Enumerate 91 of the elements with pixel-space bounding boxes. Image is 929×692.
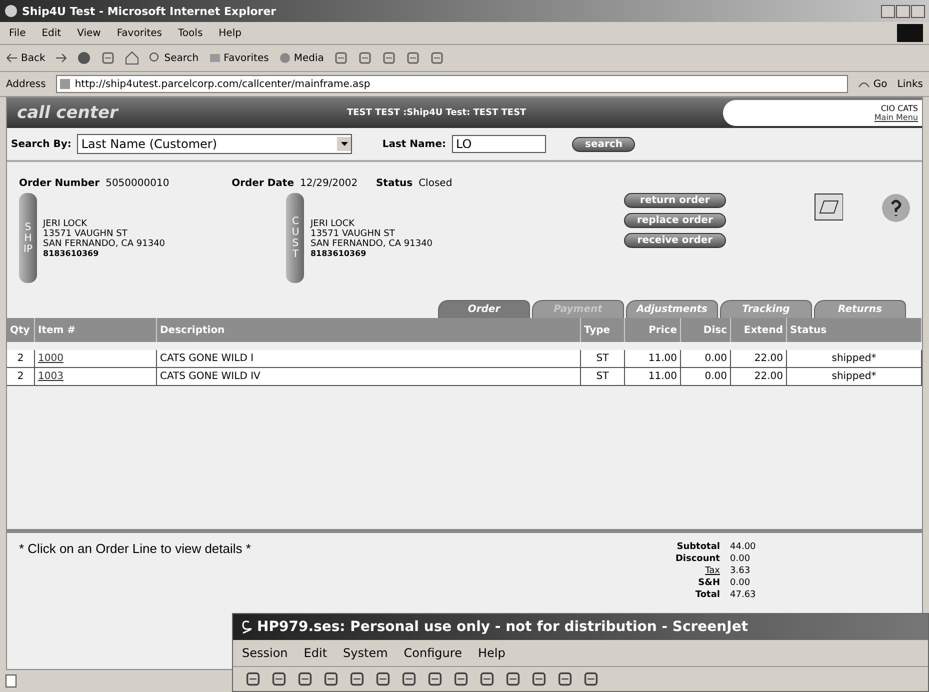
menu-item[interactable]: Help — [474, 646, 508, 660]
table-cell: CATS GONE WILD IV — [157, 368, 581, 386]
order-status: Closed — [418, 178, 452, 189]
stop-icon[interactable] — [77, 51, 92, 65]
total-label: Subtotal — [676, 541, 720, 553]
caret-icon — [337, 137, 352, 151]
total-label: S&H — [697, 577, 720, 589]
menu-item[interactable]: Edit — [38, 28, 64, 38]
hint-text: * Click on an Order Line to view details * — [19, 541, 251, 556]
address-line: JERI LOCK — [310, 218, 356, 228]
table-cell: 2 — [7, 368, 35, 386]
total-label: Discount — [675, 553, 720, 565]
menu-item[interactable]: Tools — [175, 28, 206, 38]
table-cell: 11.00 — [625, 350, 681, 368]
forward-icon[interactable] — [55, 53, 68, 63]
total-value: 0.00 — [730, 577, 752, 589]
order-date: 12/29/2002 — [300, 178, 359, 189]
total-value: 44.00 — [730, 541, 757, 553]
address-label: Address — [6, 78, 46, 90]
home-icon[interactable] — [125, 51, 140, 65]
order-action-button[interactable]: replace order — [624, 213, 726, 228]
page-icon — [58, 78, 71, 90]
back-arrow-icon — [6, 53, 18, 63]
search-button[interactable]: search — [572, 136, 636, 152]
search-by-dropdown[interactable]: Last Name (Customer) — [77, 134, 352, 154]
tab[interactable]: Order — [438, 300, 530, 318]
table-cell: CATS GONE WILD I — [157, 350, 581, 368]
phone-number: 8183610369 — [310, 248, 368, 258]
table-cell: 11.00 — [625, 368, 681, 386]
minimize-button[interactable] — [881, 4, 895, 18]
table-cell: 22.00 — [731, 350, 787, 368]
table-cell: ST — [581, 368, 625, 386]
media-button[interactable]: Media — [278, 52, 324, 64]
menu-item[interactable]: Edit — [300, 646, 330, 660]
order-number: 5050000010 — [106, 178, 170, 189]
table-cell: 0.00 — [681, 350, 731, 368]
menu-item[interactable]: Favorites — [114, 28, 166, 38]
media-icon — [278, 52, 291, 64]
address-line: 13571 VAUGHN ST — [43, 228, 128, 238]
close-button[interactable] — [911, 4, 925, 18]
total-label: Total — [694, 589, 720, 601]
menu-item[interactable]: Configure — [400, 646, 465, 660]
address-line: 13571 VAUGHN ST — [310, 228, 396, 238]
search-by-label: Search By: — [11, 138, 72, 150]
address-field[interactable]: http://ship4utest.parcelcorp.com/callcenter/mainframe.asp — [56, 75, 848, 93]
order-action-button[interactable]: return order — [624, 193, 726, 208]
status-label: Status — [376, 178, 413, 189]
phone-number: 8183610369 — [43, 248, 100, 258]
total-value: 0.00 — [730, 553, 752, 565]
help-icon[interactable] — [880, 193, 910, 223]
last-name-field[interactable]: LO — [452, 135, 546, 153]
menu-item[interactable]: File — [6, 28, 29, 38]
table-cell: 2 — [7, 350, 35, 368]
table-cell: ST — [581, 350, 625, 368]
order-date-label: Order Date — [232, 178, 294, 189]
user-name: CIO CATS — [880, 104, 918, 113]
window-title: HP979.ses: Personal use only - not for distribution - ScreenJet — [257, 619, 748, 635]
address-line: JERI LOCK — [43, 218, 88, 228]
last-name-label: Last Name: — [382, 138, 446, 150]
menu-item[interactable]: Session — [239, 646, 291, 660]
menu-item[interactable]: Help — [216, 28, 244, 38]
browser-icon — [4, 4, 18, 18]
page-icon — [4, 674, 18, 688]
search-button[interactable]: Search — [149, 52, 199, 64]
back-button[interactable]: Back — [6, 52, 46, 64]
order-action-button[interactable]: receive order — [624, 233, 726, 248]
total-value: 47.63 — [730, 589, 757, 601]
call-center-logo: call center — [16, 103, 120, 123]
note-icon[interactable] — [814, 193, 843, 221]
favorites-button[interactable]: Favorites — [208, 52, 269, 64]
table-cell: shipped* — [787, 350, 922, 368]
tax-link[interactable]: Tax — [675, 565, 720, 577]
total-value: 3.63 — [730, 565, 752, 577]
search-icon — [149, 52, 162, 64]
menu-item[interactable]: System — [340, 646, 391, 660]
address-line: SAN FERNANDO, CA 91340 — [310, 238, 433, 248]
order-number-label: Order Number — [19, 178, 100, 189]
maximize-button[interactable] — [896, 4, 910, 18]
folder-icon — [208, 52, 221, 64]
menu-item[interactable]: View — [74, 28, 104, 38]
table-cell: 0.00 — [681, 368, 731, 386]
table-cell: 22.00 — [731, 368, 787, 386]
links-label[interactable]: Links — [897, 78, 923, 90]
go-button[interactable]: Go — [858, 78, 888, 90]
item-link[interactable]: 1003 — [38, 371, 64, 382]
address-line: SAN FERNANDO, CA 91340 — [43, 238, 166, 248]
window-title: Ship4U Test - Microsoft Internet Explorer — [22, 4, 276, 18]
item-link[interactable]: 1000 — [38, 353, 64, 364]
header-title: TEST TEST :Ship4U Test: TEST TEST — [347, 108, 528, 118]
main-menu-link[interactable]: Main Menu — [874, 113, 918, 122]
table-cell: shipped* — [787, 368, 922, 386]
